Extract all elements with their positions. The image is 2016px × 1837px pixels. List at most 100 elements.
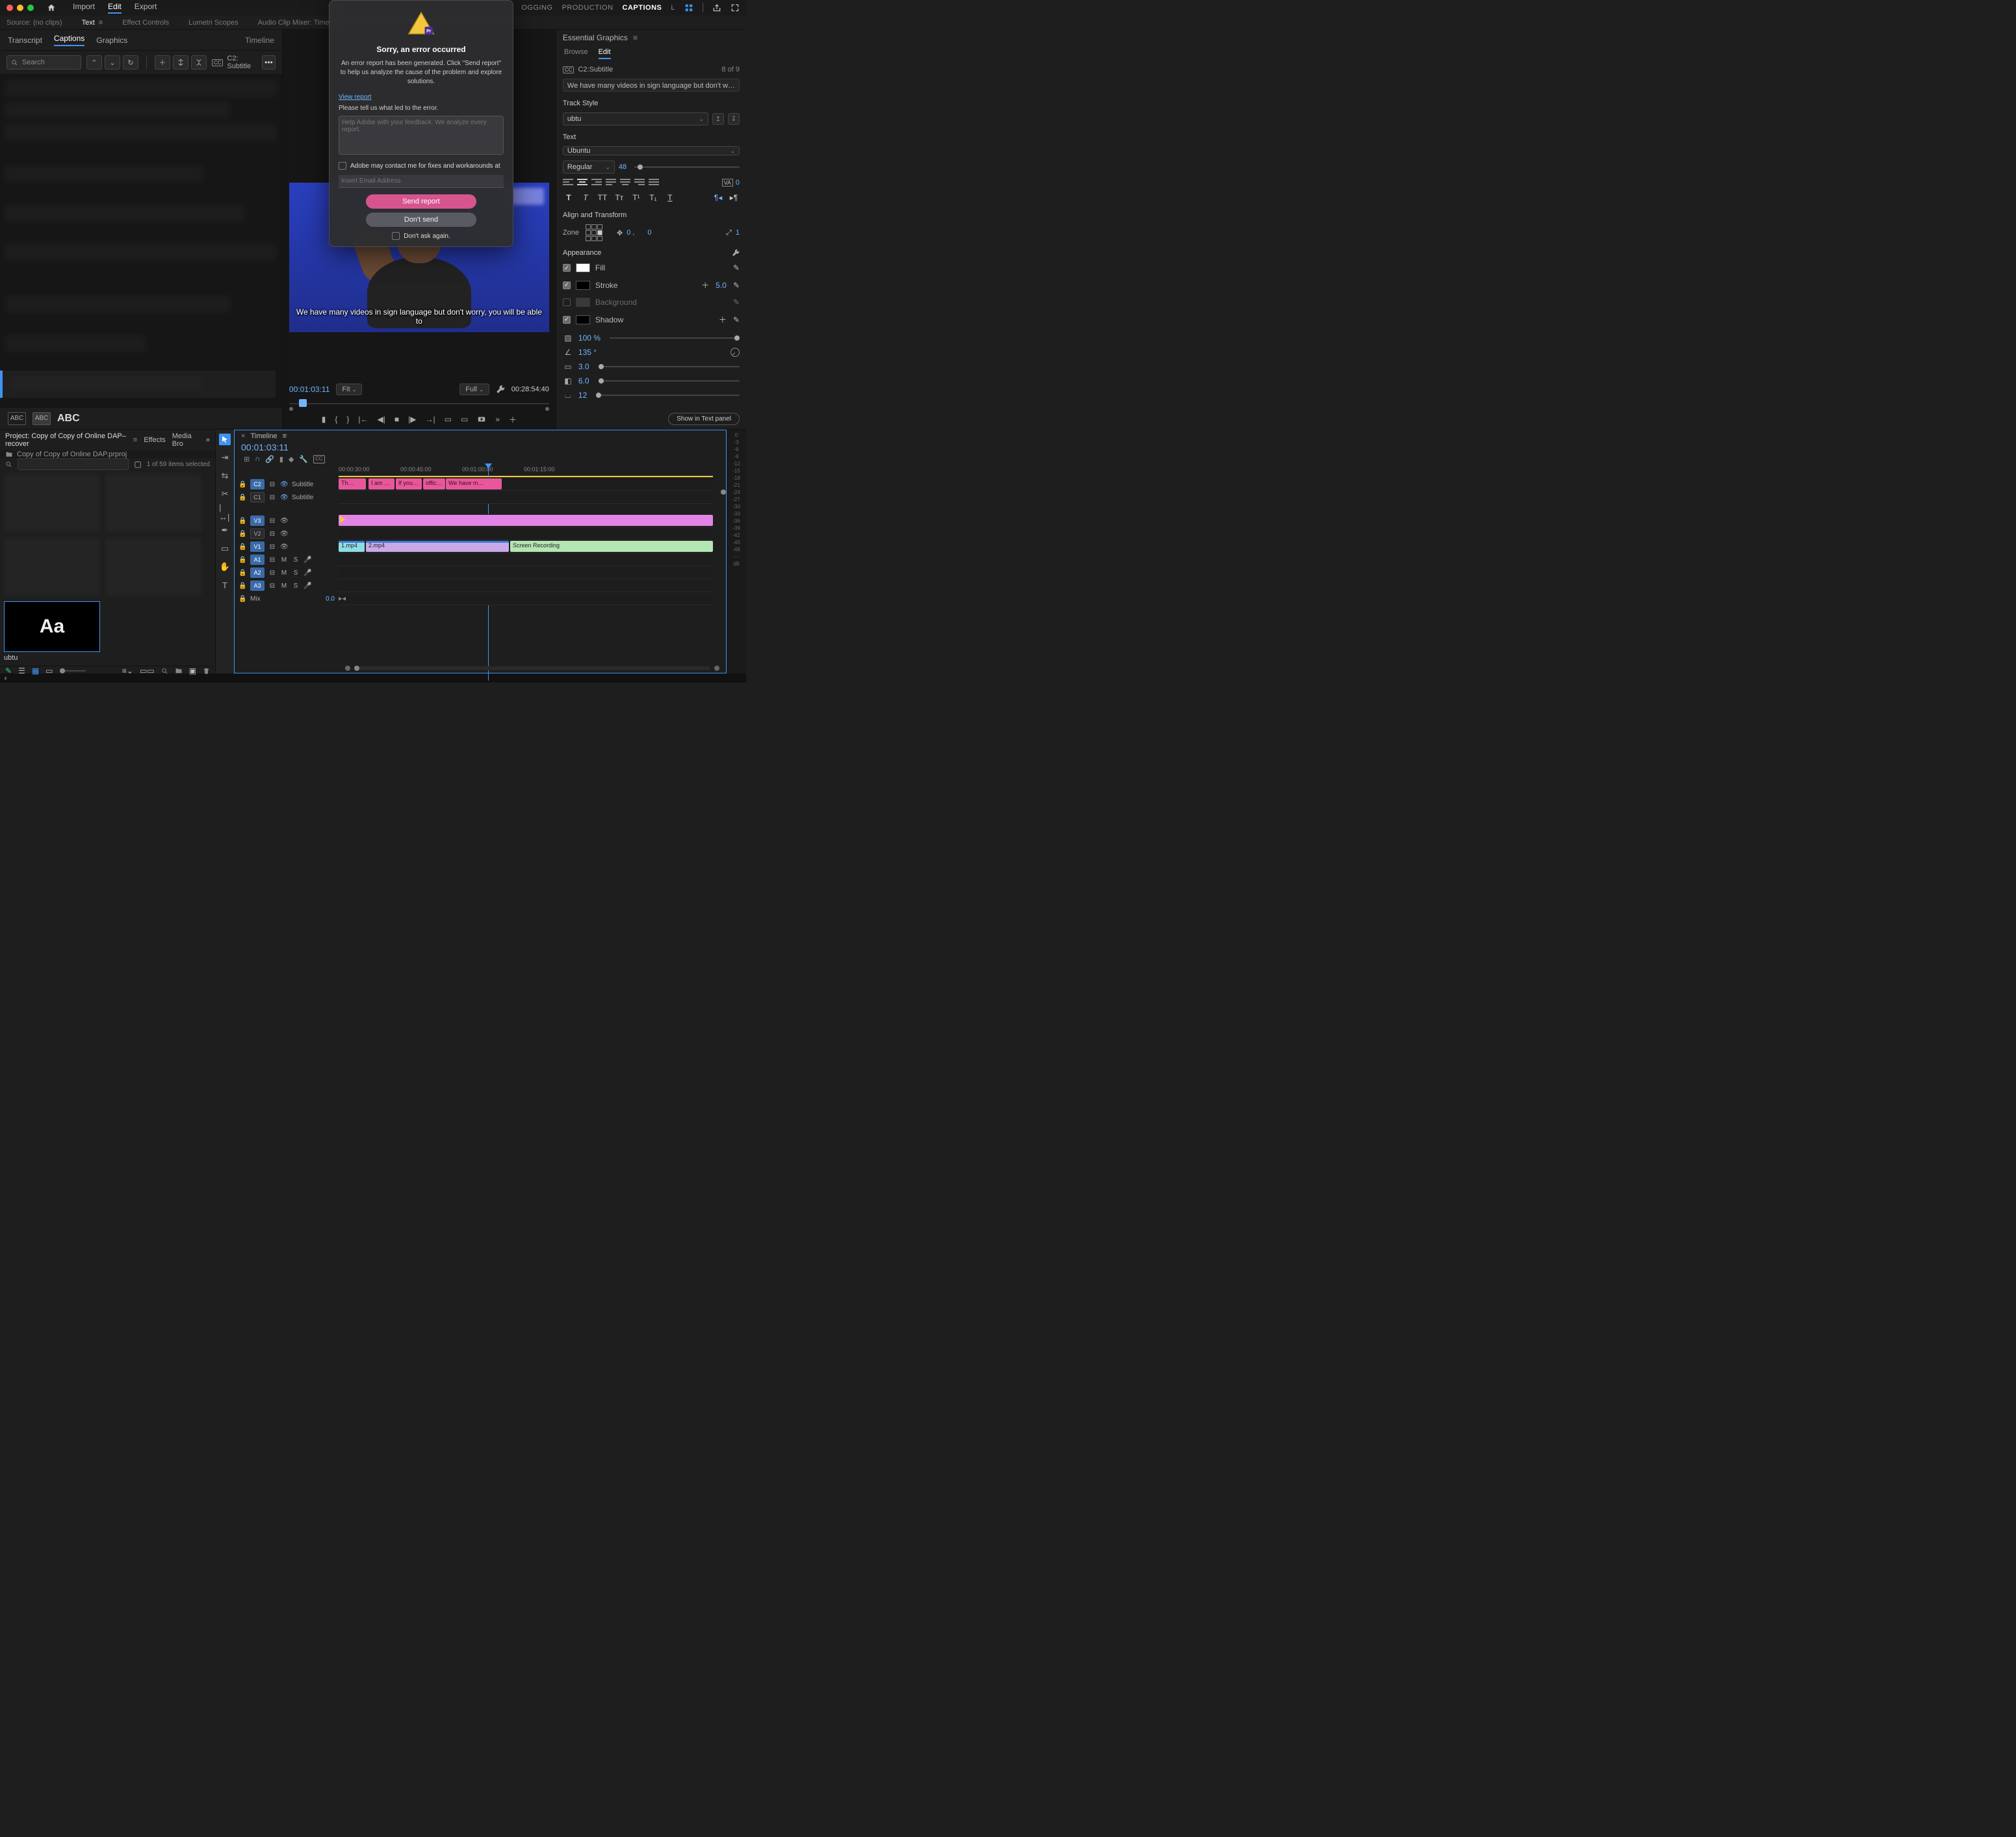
stroke-swatch[interactable] <box>576 281 590 290</box>
tab-audio-mixer[interactable]: Audio Clip Mixer: Timeline <box>258 19 341 27</box>
font-family-select[interactable]: Ubuntu⌄ <box>563 146 740 155</box>
rtl-button[interactable]: ▸¶ <box>728 192 740 203</box>
track-c2[interactable]: C2 <box>250 479 265 489</box>
sync-lock-icon[interactable]: ⊟ <box>268 530 276 538</box>
download-style-button[interactable]: ↧ <box>728 113 740 125</box>
ripple-tool-icon[interactable]: ⇆ <box>219 470 231 482</box>
find-icon[interactable] <box>161 666 168 675</box>
track-a1[interactable]: A1 <box>250 554 265 565</box>
caption-list[interactable] <box>0 75 282 407</box>
pos-y[interactable]: 0 <box>647 229 651 237</box>
project-bins[interactable]: Aa ubtu <box>0 470 215 666</box>
bold-button[interactable]: T <box>563 192 575 203</box>
zoom-slider[interactable] <box>60 670 86 671</box>
video-clip[interactable]: Screen Recording <box>510 541 713 552</box>
style-abc-outline[interactable]: ABC <box>8 412 26 425</box>
zoom-select[interactable]: Fit ⌄ <box>336 384 362 395</box>
bin-item[interactable] <box>4 474 100 532</box>
fill-checkbox[interactable]: ✓ <box>563 264 571 272</box>
eg-tab-edit[interactable]: Edit <box>599 48 611 59</box>
track-c1[interactable]: C1 <box>250 492 265 502</box>
track-style-select[interactable]: ubtu⌄ <box>563 112 708 125</box>
kerning-icon[interactable]: VA <box>722 179 733 187</box>
tab-timeline[interactable]: Timeline <box>245 36 274 45</box>
rectangle-tool-icon[interactable]: ▭ <box>219 543 231 554</box>
lock-icon[interactable]: 🔒 <box>239 569 246 577</box>
new-bin-icon[interactable] <box>175 666 183 675</box>
go-to-in-icon[interactable]: |← <box>358 415 368 424</box>
align-left-icon[interactable] <box>563 179 573 187</box>
smallcaps-button[interactable]: Tᴛ <box>614 192 625 203</box>
font-style-select[interactable]: Regular⌄ <box>563 161 615 174</box>
tracks-area[interactable]: 🔒 C2 ⊟ 👁 Subtitle Th… I am … If you… off… <box>235 478 726 664</box>
shadow-distance[interactable]: 3.0 <box>578 362 589 371</box>
playhead-icon[interactable] <box>299 399 307 407</box>
contact-checkbox[interactable] <box>339 162 346 170</box>
close-window-icon[interactable] <box>6 5 13 11</box>
wrench-icon[interactable]: 🔧 <box>299 455 308 463</box>
sync-lock-icon[interactable]: ⊟ <box>268 494 276 501</box>
project-search-input[interactable] <box>18 458 129 470</box>
sync-icon[interactable]: ◐ <box>4 673 8 683</box>
tab-source[interactable]: Source: (no clips) <box>6 19 62 27</box>
caption-clip[interactable]: offic… <box>423 478 445 489</box>
slip-tool-icon[interactable]: |↔| <box>219 506 231 518</box>
eg-tab-browse[interactable]: Browse <box>564 48 588 59</box>
stroke-checkbox[interactable]: ✓ <box>563 281 571 289</box>
close-tab-icon[interactable]: × <box>241 432 245 440</box>
sort-icon[interactable]: ≡⌄ <box>122 666 133 675</box>
share-icon[interactable] <box>712 3 721 12</box>
justify-right-icon[interactable] <box>634 179 645 187</box>
video-clip[interactable]: 2.mp4 <box>366 541 509 552</box>
export-frame-icon[interactable] <box>477 415 486 424</box>
auto-sequence-icon[interactable]: ▭▭ <box>140 666 155 675</box>
eyedropper-icon[interactable]: ✎ <box>733 298 740 307</box>
nav-edit[interactable]: Edit <box>108 2 122 14</box>
nav-import[interactable]: Import <box>73 2 95 14</box>
font-size-slider[interactable] <box>634 166 740 168</box>
linked-selection-icon[interactable]: 🔗 <box>265 455 274 463</box>
delete-icon[interactable] <box>203 666 210 675</box>
allcaps-button[interactable]: TT <box>597 192 608 203</box>
mic-icon[interactable]: 🎤 <box>304 569 311 577</box>
eyedropper-icon[interactable]: ✎ <box>733 263 740 272</box>
shadow-blur-slider[interactable] <box>596 395 740 396</box>
eye-icon[interactable]: 👁 <box>280 517 288 525</box>
workspace-captions[interactable]: CAPTIONS <box>623 4 662 12</box>
bracket-out-icon[interactable]: } <box>346 415 349 424</box>
razor-tool-icon[interactable]: ✂ <box>219 488 231 500</box>
workspace-logging[interactable]: OGGING <box>521 4 552 12</box>
workspaces-icon[interactable] <box>684 3 693 12</box>
track-v2[interactable]: V2 <box>250 528 265 539</box>
track-collapse-handle[interactable] <box>721 489 726 495</box>
replace-button[interactable]: ↻ <box>123 55 138 70</box>
scale-value[interactable]: 1 <box>736 229 740 237</box>
kerning-value[interactable]: 0 <box>736 179 740 187</box>
send-report-button[interactable]: Send report <box>366 194 476 209</box>
stroke-width[interactable]: 5.0 <box>716 281 727 290</box>
shadow-distance-slider[interactable] <box>599 366 740 367</box>
eye-icon[interactable]: 👁 <box>280 530 288 538</box>
split-caption-button[interactable] <box>173 55 188 70</box>
search-input[interactable]: Search <box>6 55 81 70</box>
tab-project[interactable]: Project: Copy of Copy of Online DAP–reco… <box>5 432 127 448</box>
track-a3[interactable]: A3 <box>250 580 265 591</box>
new-item-icon[interactable]: ▣ <box>189 666 196 675</box>
shadow-checkbox[interactable]: ✓ <box>563 316 571 324</box>
dont-ask-checkbox[interactable] <box>392 232 400 240</box>
shadow-blur[interactable]: 12 <box>578 391 587 400</box>
font-item[interactable]: Aa ubtu <box>4 601 100 662</box>
eye-icon[interactable]: 👁 <box>280 494 288 501</box>
eyedropper-icon[interactable]: ✎ <box>733 281 740 290</box>
step-back-icon[interactable]: ◀| <box>378 415 385 424</box>
font-size[interactable]: 48 <box>619 163 627 171</box>
video-clip[interactable] <box>339 515 713 526</box>
subscript-button[interactable]: T₁ <box>647 192 659 203</box>
timeline-title[interactable]: Timeline <box>250 432 277 440</box>
go-to-out-icon[interactable]: →| <box>426 415 435 424</box>
resolution-select[interactable]: Full ⌄ <box>459 384 489 395</box>
justify-all-icon[interactable] <box>649 179 659 187</box>
search-icon[interactable] <box>5 461 12 468</box>
panel-menu-icon[interactable]: ≡ <box>283 432 287 440</box>
current-timecode[interactable]: 00:01:03:11 <box>289 385 330 394</box>
